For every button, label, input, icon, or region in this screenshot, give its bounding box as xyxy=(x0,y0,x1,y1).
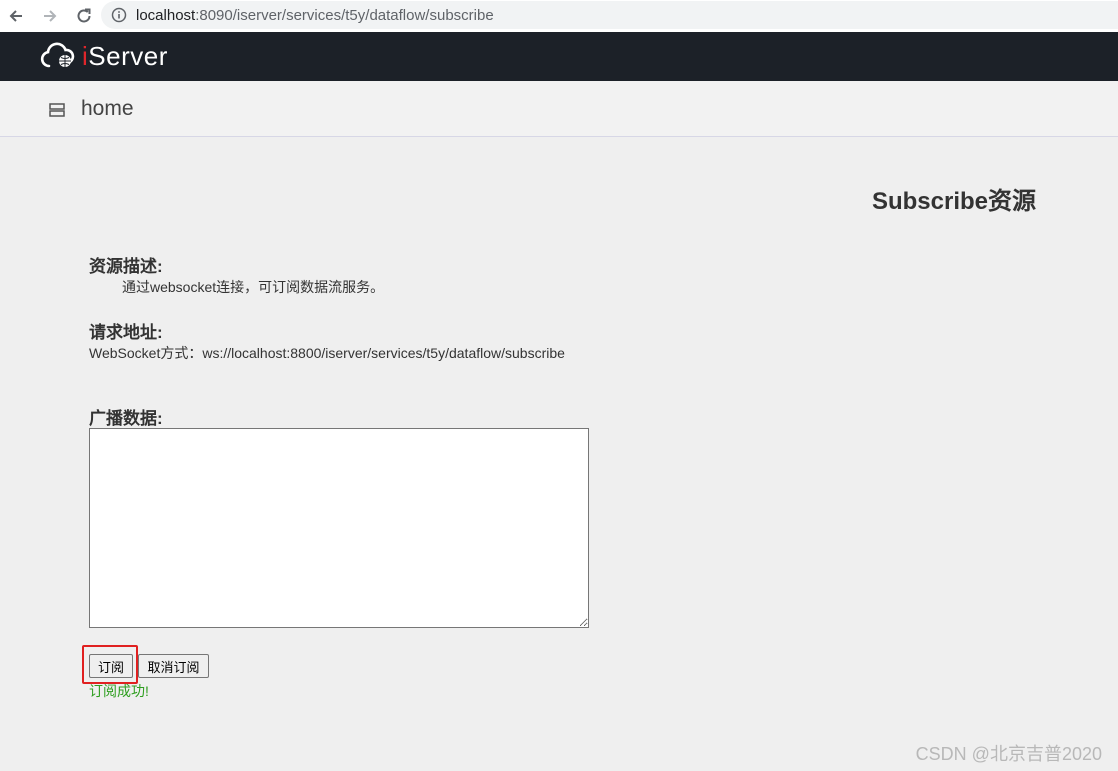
request-address-label: 请求地址: xyxy=(89,323,163,342)
breadcrumb-home-link[interactable]: home xyxy=(81,97,134,121)
iserver-logo[interactable]: iServer xyxy=(40,40,168,72)
websocket-url: WebSocket方式：ws://localhost:8800/iserver/… xyxy=(89,345,565,361)
breadcrumb-bar xyxy=(0,81,1118,137)
browser-toolbar: localhost:8090/iserver/services/t5y/data… xyxy=(0,0,1118,32)
broadcast-data-textarea[interactable] xyxy=(89,428,589,628)
app-header: iServer xyxy=(0,32,1118,81)
broadcast-data-label: 广播数据: xyxy=(89,409,163,428)
back-icon[interactable] xyxy=(5,5,27,27)
page-title: Subscribe资源 xyxy=(871,188,1036,215)
cloud-globe-icon xyxy=(40,42,75,68)
info-icon[interactable] xyxy=(111,7,127,23)
subscribe-button[interactable]: 订阅 xyxy=(89,654,133,678)
brand-name: iServer xyxy=(82,40,168,71)
unsubscribe-button[interactable]: 取消订阅 xyxy=(138,654,209,678)
forward-icon[interactable] xyxy=(39,5,61,27)
resource-description-label: 资源描述: xyxy=(89,257,163,276)
resource-description-text: 通过websocket连接，可订阅数据流服务。 xyxy=(122,279,385,295)
reload-icon[interactable] xyxy=(73,5,95,27)
watermark: CSDN @北京吉普2020 xyxy=(915,744,1102,764)
url-text: localhost:8090/iserver/services/t5y/data… xyxy=(136,6,494,24)
status-message: 订阅成功! xyxy=(89,683,149,699)
address-bar[interactable]: localhost:8090/iserver/services/t5y/data… xyxy=(101,1,1118,29)
server-icon xyxy=(49,103,65,117)
